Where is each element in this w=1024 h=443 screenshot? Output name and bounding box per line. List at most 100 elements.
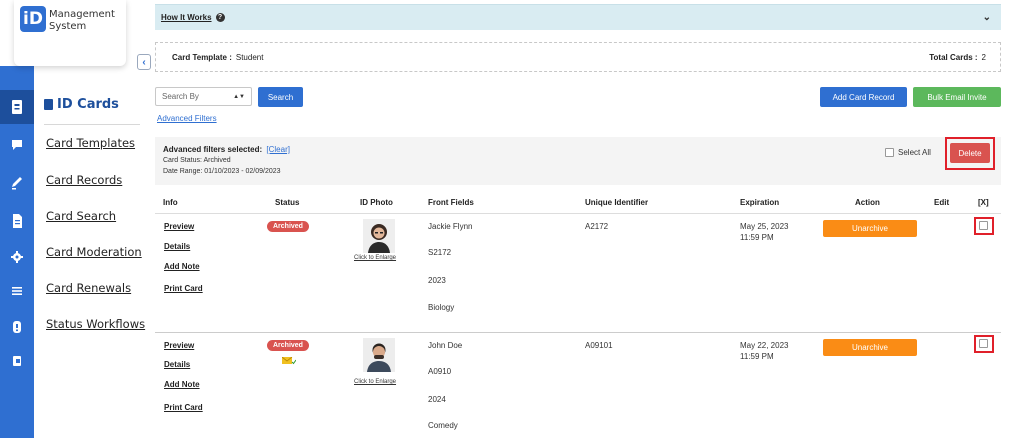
front-field-name: Jackie Flynn: [428, 222, 473, 231]
unarchive-button[interactable]: Unarchive: [823, 339, 917, 356]
person-photo-icon: [363, 219, 395, 253]
advanced-filters-link[interactable]: Advanced Filters: [157, 114, 217, 123]
id-photo[interactable]: [363, 338, 395, 372]
template-label: Card Template :: [172, 52, 232, 62]
sidebar-item-card-search[interactable]: Card Search: [46, 209, 116, 223]
rail-help[interactable]: [0, 310, 34, 344]
front-field-major: Biology: [428, 303, 455, 312]
status-badge: Archived: [267, 340, 309, 351]
chat-icon: [12, 140, 22, 150]
col-front-fields: Front Fields: [428, 198, 474, 207]
expiration-time: 11:59 PM: [740, 233, 774, 242]
id-card-icon: [12, 100, 22, 114]
help-icon: [13, 321, 21, 333]
details-link[interactable]: Details: [164, 242, 190, 251]
col-action: Action: [855, 198, 880, 207]
sidebar-item-status-workflows[interactable]: Status Workflows: [46, 317, 145, 331]
details-link[interactable]: Details: [164, 360, 190, 369]
table-row: Preview Details Add Note Print Card Arch…: [155, 333, 1001, 443]
col-id-photo: ID Photo: [360, 198, 393, 207]
col-info: Info: [163, 198, 178, 207]
front-field-id: S2172: [428, 248, 452, 257]
print-card-link[interactable]: Print Card: [164, 403, 203, 412]
app-name: Management System: [49, 9, 115, 32]
template-summary: Card Template : Student Total Cards : 2: [155, 42, 1001, 72]
how-it-works-bar[interactable]: How It Works ? ⌄: [155, 4, 1001, 30]
table-row: Preview Details Add Note Print Card Arch…: [155, 214, 1001, 333]
status-badge: Archived: [267, 221, 309, 232]
list-icon: [12, 287, 22, 295]
how-it-works-title[interactable]: How It Works: [161, 13, 212, 22]
person-photo-icon: [363, 338, 395, 372]
filters-title: Advanced filters selected: [Clear]: [163, 145, 290, 154]
chevron-down-icon[interactable]: ⌄: [983, 12, 991, 23]
rail-id-cards[interactable]: [0, 90, 34, 124]
row-select-highlight: [974, 217, 994, 235]
total-cards-label: Total Cards :: [929, 52, 978, 62]
logo-mark: iD: [20, 6, 46, 32]
rail-messages[interactable]: [0, 128, 34, 162]
col-expiration: Expiration: [740, 198, 780, 207]
filter-status: Card Status: Archived: [163, 157, 231, 164]
row-select-checkbox[interactable]: [979, 339, 988, 348]
add-note-link[interactable]: Add Note: [164, 262, 200, 271]
email-sent-icon: [282, 357, 296, 365]
add-note-link[interactable]: Add Note: [164, 380, 200, 389]
id-card-icon: [44, 99, 53, 110]
front-field-name: John Doe: [428, 341, 463, 350]
click-to-enlarge-link[interactable]: Click to Enlarge: [354, 255, 396, 261]
rail-list[interactable]: [0, 274, 34, 308]
bulk-email-invite-button[interactable]: Bulk Email Invite: [913, 87, 1001, 107]
preview-link[interactable]: Preview: [164, 222, 194, 231]
id-photo[interactable]: [363, 219, 395, 253]
add-card-record-button[interactable]: Add Card Record: [820, 87, 907, 107]
sidebar-item-card-templates[interactable]: Card Templates: [46, 136, 135, 150]
col-unique-identifier: Unique Identifier: [585, 198, 649, 207]
template-value: Student: [235, 52, 264, 62]
advanced-filters-panel: Advanced filters selected: [Clear] Card …: [155, 137, 1001, 185]
row-select-highlight: [974, 335, 994, 353]
search-button[interactable]: Search: [258, 87, 303, 107]
front-field-year: 2024: [428, 395, 446, 404]
sidebar-item-card-moderation[interactable]: Card Moderation: [46, 245, 142, 259]
search-by-select[interactable]: Search By ▲▼: [155, 87, 252, 106]
chevron-left-icon: ‹: [142, 56, 146, 68]
question-icon: ?: [215, 13, 225, 22]
delete-button[interactable]: Delete: [950, 143, 990, 163]
sidebar-item-card-records[interactable]: Card Records: [46, 173, 122, 187]
unique-identifier: A2172: [585, 222, 609, 231]
row-select-checkbox[interactable]: [979, 221, 988, 230]
clear-filters-link[interactable]: [Clear]: [266, 145, 290, 154]
gear-icon: [11, 251, 23, 263]
col-select: [X]: [978, 198, 989, 207]
app-logo[interactable]: iD Management System: [14, 0, 126, 66]
front-field-major: Comedy: [428, 421, 458, 430]
unarchive-button[interactable]: Unarchive: [823, 220, 917, 237]
preview-link[interactable]: Preview: [164, 341, 194, 350]
print-card-link[interactable]: Print Card: [164, 284, 203, 293]
sidebar-divider: [44, 124, 140, 125]
front-field-id: A0910: [428, 367, 452, 376]
sidebar-heading[interactable]: ID Cards: [44, 97, 119, 112]
front-field-year: 2023: [428, 276, 446, 285]
table-header: Info Status ID Photo Front Fields Unique…: [155, 192, 1001, 214]
col-status: Status: [275, 198, 300, 207]
expiration-date: May 25, 2023: [740, 222, 789, 231]
sidebar-collapse-button[interactable]: ‹: [137, 54, 151, 70]
document-icon: [13, 214, 22, 228]
rail-settings[interactable]: [0, 240, 34, 274]
select-all-checkbox[interactable]: [885, 148, 894, 157]
rail-documents[interactable]: [0, 204, 34, 238]
rail-design[interactable]: [0, 166, 34, 200]
unique-identifier: A09101: [585, 341, 613, 350]
expiration-time: 11:59 PM: [740, 352, 774, 361]
click-to-enlarge-link[interactable]: Click to Enlarge: [354, 379, 396, 385]
sidebar-item-card-renewals[interactable]: Card Renewals: [46, 281, 131, 295]
select-all[interactable]: Select All: [885, 148, 931, 157]
pen-icon: [12, 177, 22, 190]
col-edit: Edit: [934, 198, 950, 207]
filter-date-range: Date Range: 01/10/2023 - 02/09/2023: [163, 168, 281, 175]
rail-logout[interactable]: [0, 344, 34, 378]
logout-icon: [13, 356, 21, 366]
expiration-date: May 22, 2023: [740, 341, 789, 350]
